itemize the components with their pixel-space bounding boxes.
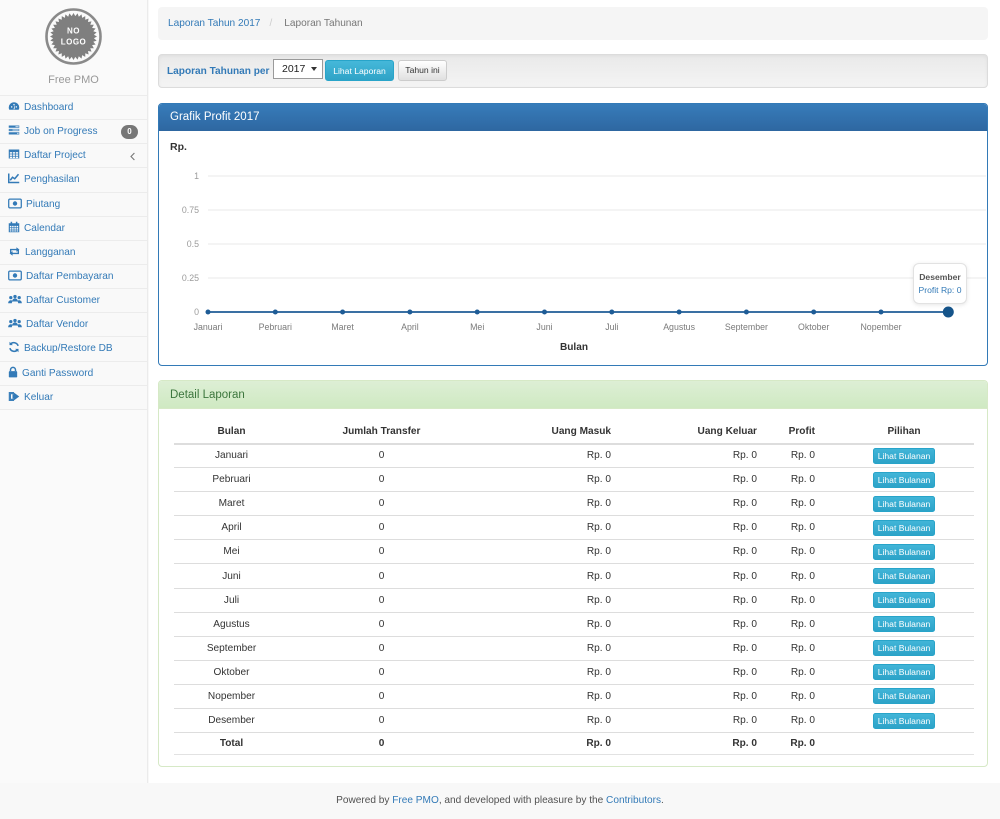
- svg-text:LOGO: LOGO: [61, 38, 87, 47]
- svg-text:Nopember: Nopember: [860, 322, 901, 332]
- svg-text:September: September: [725, 322, 768, 332]
- svg-text:Juni: Juni: [536, 322, 552, 332]
- svg-text:0.75: 0.75: [182, 205, 199, 215]
- svg-text:Bulan: Bulan: [560, 342, 588, 353]
- svg-text:Mei: Mei: [470, 322, 484, 332]
- svg-text:Agustus: Agustus: [663, 322, 695, 332]
- svg-text:0.25: 0.25: [182, 273, 199, 283]
- svg-text:0.5: 0.5: [187, 239, 199, 249]
- svg-text:Juli: Juli: [605, 322, 618, 332]
- svg-text:April: April: [401, 322, 419, 332]
- svg-text:Oktober: Oktober: [798, 322, 829, 332]
- svg-text:Pebruari: Pebruari: [259, 322, 292, 332]
- svg-text:Januari: Januari: [194, 322, 223, 332]
- svg-text:NO: NO: [67, 27, 80, 36]
- svg-text:0: 0: [194, 307, 199, 317]
- svg-text:1: 1: [194, 171, 199, 181]
- svg-text:Maret: Maret: [331, 322, 354, 332]
